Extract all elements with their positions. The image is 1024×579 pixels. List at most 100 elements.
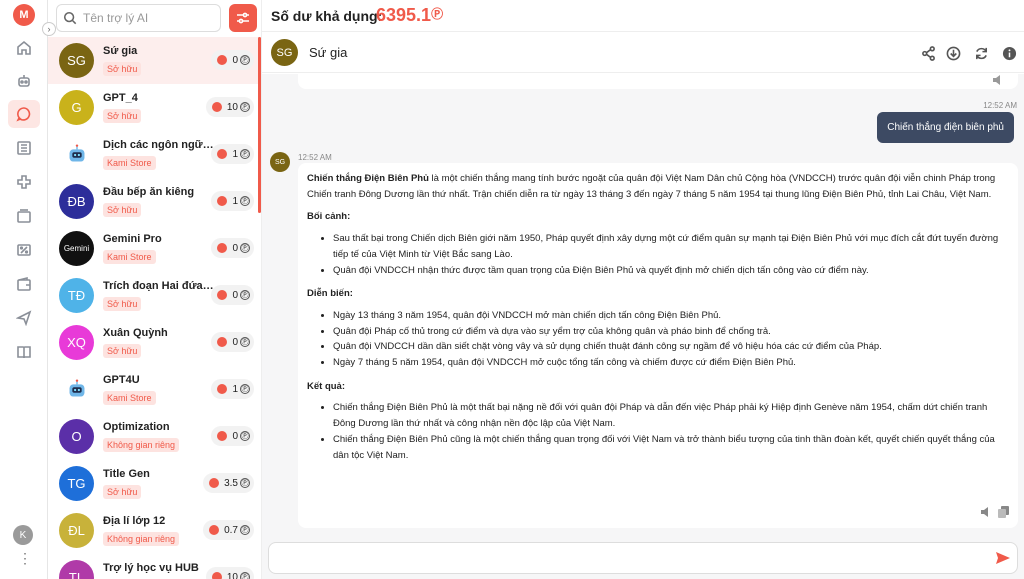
assistant-cost-badge: 0.7 Ⓟ [203,520,254,540]
inbox-icon[interactable] [8,202,40,230]
assistant-item[interactable]: GPT4U Kami Store 1 Ⓟ [48,366,261,413]
point-coin-icon: Ⓟ [240,525,250,535]
download-icon[interactable] [944,44,962,62]
assistant-avatar: ĐB [59,184,94,219]
assistant-name: Dịch các ngôn ngữ sa... [103,139,215,151]
bullet-item: Quân đội VNDCCH nhận thức được tầm quan … [333,263,1009,279]
point-coin-icon: Ⓟ [240,337,250,347]
chat-bubble-icon [217,196,228,206]
bullet-item: Quân đội Pháp cố thủ trong cứ điểm và dự… [333,324,1009,340]
assistant-tag: Sở hữu [103,344,142,358]
section-heading: Kết quả: [307,380,345,392]
refresh-icon[interactable] [972,44,990,62]
speaker-icon[interactable] [980,506,992,518]
cost-value: 0 [232,289,238,301]
assistant-item[interactable]: TL Trợ lý học vụ HUB 10 Ⓟ [48,554,261,579]
search-input[interactable] [83,11,213,25]
message-input[interactable] [268,542,1018,574]
assistant-item[interactable]: SG Sứ gia Sở hữu 0 Ⓟ [48,37,261,84]
assistant-cost-badge: 10 Ⓟ [205,567,254,579]
point-unit: Ⓟ [431,7,444,21]
assistant-item[interactable]: TĐ Trích đoạn Hai đứa trẻ Sở hữu 0 Ⓟ [48,272,261,319]
cost-value: 0 [232,54,238,66]
send-button[interactable] [995,550,1011,566]
assistant-item[interactable]: ĐL Địa lí lớp 12 Không gian riêng 0.7 Ⓟ [48,507,261,554]
wallet-icon[interactable] [8,270,40,298]
copy-icon[interactable] [998,506,1010,518]
assistant-item[interactable]: Dịch các ngôn ngữ sa... Kami Store 1 Ⓟ [48,131,261,178]
chat-bubble-icon [217,55,228,65]
puzzle-icon[interactable] [8,168,40,196]
share-icon[interactable] [919,44,937,62]
collapse-sidebar-chevron-icon[interactable]: › [42,22,56,36]
point-coin-icon: Ⓟ [240,384,250,394]
section-heading: Bối cảnh: [307,211,351,223]
bullet-item: Chiến thắng Điện Biên Phủ cũng là một ch… [333,432,1009,463]
assistant-cost-badge: 1 Ⓟ [211,379,254,399]
assistant-item[interactable]: Gemini Gemini Pro Kami Store 0 Ⓟ [48,225,261,272]
point-coin-icon: Ⓟ [240,55,250,65]
chat-icon[interactable] [8,100,40,128]
chat-bubble-icon [211,572,222,579]
assistant-name: Xuân Quỳnh [103,327,168,339]
assistant-avatar: TĐ [59,278,94,313]
assistant-name: GPT4U [103,374,140,386]
assistant-tag: Không gian riêng [103,532,180,546]
assistant-avatar: Gemini [59,231,94,266]
section-bullets: Sau thất bại trong Chiến dịch Biên giới … [333,231,1009,278]
robot-icon [69,378,84,397]
more-options-icon[interactable]: ⋮ [18,551,32,565]
assistant-tag: Kami Store [103,391,156,405]
discount-icon[interactable] [8,236,40,264]
left-rail: M K ⋮ [0,0,48,579]
assistant-tag: Sở hữu [103,485,142,499]
intro-bold: Chiến thắng Điện Biên Phủ [307,173,429,184]
assistant-item[interactable]: G GPT_4 Sở hữu 10 Ⓟ [48,84,261,131]
assistant-tag: Sở hữu [103,297,142,311]
assistant-item[interactable]: XQ Xuân Quỳnh Sở hữu 0 Ⓟ [48,319,261,366]
robot-icon[interactable] [8,67,40,95]
speaker-icon[interactable] [992,75,1004,85]
chat-bubble-icon [217,149,228,159]
bot-intro: Chiến thắng Điện Biên Phủ là một chiến t… [307,171,1009,202]
chat-title: Sứ gia [309,45,348,60]
sliders-icon [237,12,249,24]
assistant-avatar [59,372,94,407]
assistant-item[interactable]: ĐB Đầu bếp ăn kiêng Sở hữu 1 Ⓟ [48,178,261,225]
filter-button[interactable] [229,4,257,32]
chat-header: SG Sứ gia [262,33,1024,73]
chat-bubble-icon [217,337,228,347]
chat-bubble-icon [217,243,228,253]
send-icon[interactable] [8,304,40,332]
assistant-item[interactable]: O Optimization Không gian riêng 0 Ⓟ [48,413,261,460]
cost-value: 1 [232,148,238,160]
book-icon[interactable] [8,338,40,366]
chat-bubble-icon [209,478,220,488]
assistant-avatar: ĐL [59,513,94,548]
info-icon[interactable] [1000,44,1018,62]
assistant-avatar: G [59,90,94,125]
list-icon[interactable] [8,134,40,162]
section-bullets: Ngày 13 tháng 3 năm 1954, quân đội VNDCC… [333,308,1009,371]
home-icon[interactable] [8,34,40,62]
assistant-name: Sứ gia [103,45,138,57]
assistant-cost-badge: 0 Ⓟ [211,332,254,352]
assistant-name: Trợ lý học vụ HUB [103,562,199,574]
assistant-avatar: O [59,419,94,454]
chat-bubble-icon [217,431,228,441]
app-logo[interactable]: M [13,4,35,26]
chat-bubble-icon [209,525,220,535]
chat-bubble-icon [211,102,222,112]
cost-value: 3.5 [224,477,238,489]
assistant-tag: Sở hữu [103,62,142,76]
assistant-cost-badge: 0 Ⓟ [211,285,254,305]
search-box[interactable] [56,4,221,32]
conversation-area[interactable]: 12:52 AM Chiến thắng điện biên phủ SG 12… [262,74,1024,538]
user-avatar[interactable]: K [13,525,33,545]
bot-message-tools [980,506,1010,518]
assistant-name: Trích đoạn Hai đứa trẻ [103,280,215,292]
assistant-avatar [59,137,94,172]
assistant-item[interactable]: TG Title Gen Sở hữu 3.5 Ⓟ [48,460,261,507]
cost-value: 10 [226,571,238,579]
list-scrollbar[interactable] [258,37,261,213]
